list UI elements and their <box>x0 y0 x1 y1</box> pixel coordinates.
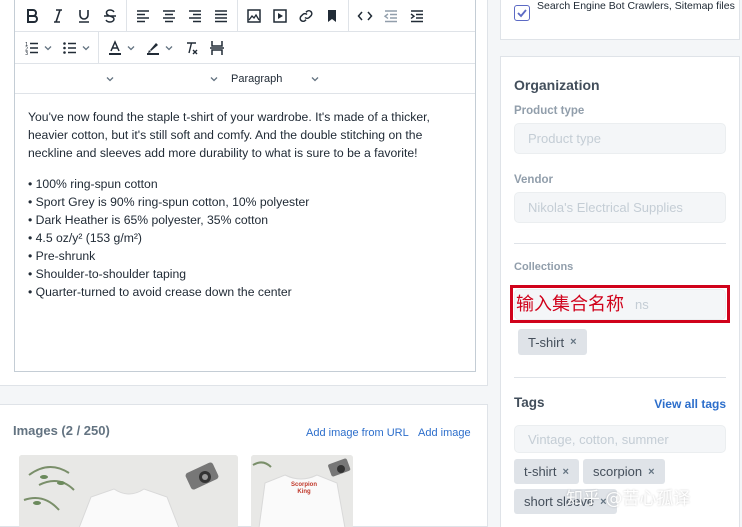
description-paragraph: You've now found the staple t-shirt of y… <box>28 110 430 160</box>
highlight-color-icon[interactable] <box>140 35 166 61</box>
tag-chip: scorpion × <box>583 459 665 484</box>
list-item: • Sport Grey is 90% ring-spun cotton, 10… <box>28 195 310 209</box>
paragraph-format-select[interactable]: Paragraph <box>231 64 324 94</box>
sitemap-checkbox[interactable] <box>514 5 530 21</box>
page-break-icon[interactable] <box>204 35 230 61</box>
image-icon[interactable] <box>241 3 267 29</box>
align-center-icon[interactable] <box>156 3 182 29</box>
toolbar-row-3: Paragraph <box>15 64 475 94</box>
add-image-link[interactable]: Add image <box>418 427 471 439</box>
list-item: • Shoulder-to-shoulder taping <box>28 267 187 281</box>
svg-text:3: 3 <box>25 51 28 56</box>
code-icon[interactable] <box>352 3 378 29</box>
chevron-down-icon <box>210 77 218 82</box>
chevron-down-icon[interactable] <box>81 43 91 53</box>
font-size-select[interactable] <box>210 64 223 94</box>
italic-icon[interactable] <box>45 3 71 29</box>
remove-tag-icon[interactable]: × <box>648 466 654 478</box>
images-card: Images (2 / 250) Add image from URL Add … <box>0 404 488 527</box>
text-color-icon[interactable] <box>102 35 128 61</box>
list-item: • 4.5 oz/y² (153 g/m²) <box>28 231 142 245</box>
editor-content[interactable]: You've now found the staple t-shirt of y… <box>15 94 475 301</box>
chevron-down-icon <box>311 77 319 82</box>
remove-tag-icon[interactable]: × <box>570 336 576 348</box>
list-item: • Pre-shrunk <box>28 249 96 263</box>
product-type-input[interactable]: Product type <box>514 123 726 154</box>
rich-text-editor[interactable]: 123 Paragraph You've now found the stapl… <box>14 0 476 372</box>
organization-heading: Organization <box>514 77 600 93</box>
product-image-thumbnail[interactable] <box>19 455 238 527</box>
align-left-icon[interactable] <box>130 3 156 29</box>
annotation-text: 输入集合名称 <box>516 294 624 315</box>
list-item: • Dark Heather is 65% polyester, 35% cot… <box>28 213 269 227</box>
tag-label: scorpion <box>593 464 643 479</box>
sitemap-checkbox-label: Search Engine Bot Crawlers, Sitemap file… <box>537 0 735 12</box>
collection-tag: T-shirt × <box>518 329 587 355</box>
section-divider <box>514 243 726 244</box>
tshirt-photo <box>19 455 238 527</box>
toolbar-divider <box>348 0 349 32</box>
vendor-label: Vendor <box>514 174 553 186</box>
bold-icon[interactable] <box>19 3 45 29</box>
bookmark-icon[interactable] <box>319 3 345 29</box>
checkmark-icon <box>517 9 527 18</box>
seo-card: Search Engine Bot Crawlers, Sitemap file… <box>500 0 740 40</box>
bulleted-list-icon[interactable] <box>57 35 83 61</box>
description-bullet-list: • 100% ring-spun cotton • Sport Grey is … <box>28 175 461 301</box>
chevron-down-icon <box>106 77 114 82</box>
chevron-down-icon[interactable] <box>164 43 174 53</box>
toolbar-divider <box>126 0 127 32</box>
product-image-thumbnail[interactable]: Scorpion King <box>251 455 353 527</box>
indent-icon[interactable] <box>404 3 430 29</box>
link-icon[interactable] <box>293 3 319 29</box>
description-card: 123 Paragraph You've now found the stapl… <box>0 0 488 386</box>
toolbar-divider <box>237 0 238 32</box>
images-title: Images (2 / 250) <box>13 423 110 438</box>
toolbar-row-2: 123 <box>15 31 475 64</box>
toolbar-row-1 <box>15 0 475 32</box>
section-divider <box>514 377 726 378</box>
video-icon[interactable] <box>267 3 293 29</box>
tags-label: Tags <box>514 395 545 410</box>
chevron-down-icon[interactable] <box>43 43 53 53</box>
add-image-from-url-link[interactable]: Add image from URL <box>306 427 409 439</box>
product-type-label: Product type <box>514 105 585 117</box>
vendor-input[interactable]: Nikola's Electrical Supplies <box>514 192 726 223</box>
remove-tag-icon[interactable]: × <box>563 466 569 478</box>
print-caption: Scorpion King <box>290 482 317 495</box>
paragraph-format-value: Paragraph <box>231 73 283 85</box>
tag-chip: t-shirt × <box>514 459 579 484</box>
watermark: 知乎 @苦心孤译 <box>566 489 691 509</box>
view-all-tags-link[interactable]: View all tags <box>654 397 726 411</box>
outdent-icon[interactable] <box>378 3 404 29</box>
ordered-list-icon[interactable]: 123 <box>19 35 45 61</box>
collections-label: Collections <box>514 261 574 273</box>
tag-label: T-shirt <box>528 334 565 350</box>
tags-input[interactable]: Vintage, cotton, summer <box>514 425 726 453</box>
strikethrough-icon[interactable] <box>97 3 123 29</box>
tag-label: t-shirt <box>524 464 557 479</box>
align-right-icon[interactable] <box>182 3 208 29</box>
list-item: • Quarter-turned to avoid crease down th… <box>28 285 292 299</box>
list-item: • 100% ring-spun cotton <box>28 177 158 191</box>
underline-icon[interactable] <box>71 3 97 29</box>
toolbar-divider <box>98 31 99 64</box>
clear-formatting-icon[interactable] <box>178 35 204 61</box>
font-family-select[interactable] <box>106 64 119 94</box>
chevron-down-icon[interactable] <box>126 43 136 53</box>
align-justify-icon[interactable] <box>208 3 234 29</box>
